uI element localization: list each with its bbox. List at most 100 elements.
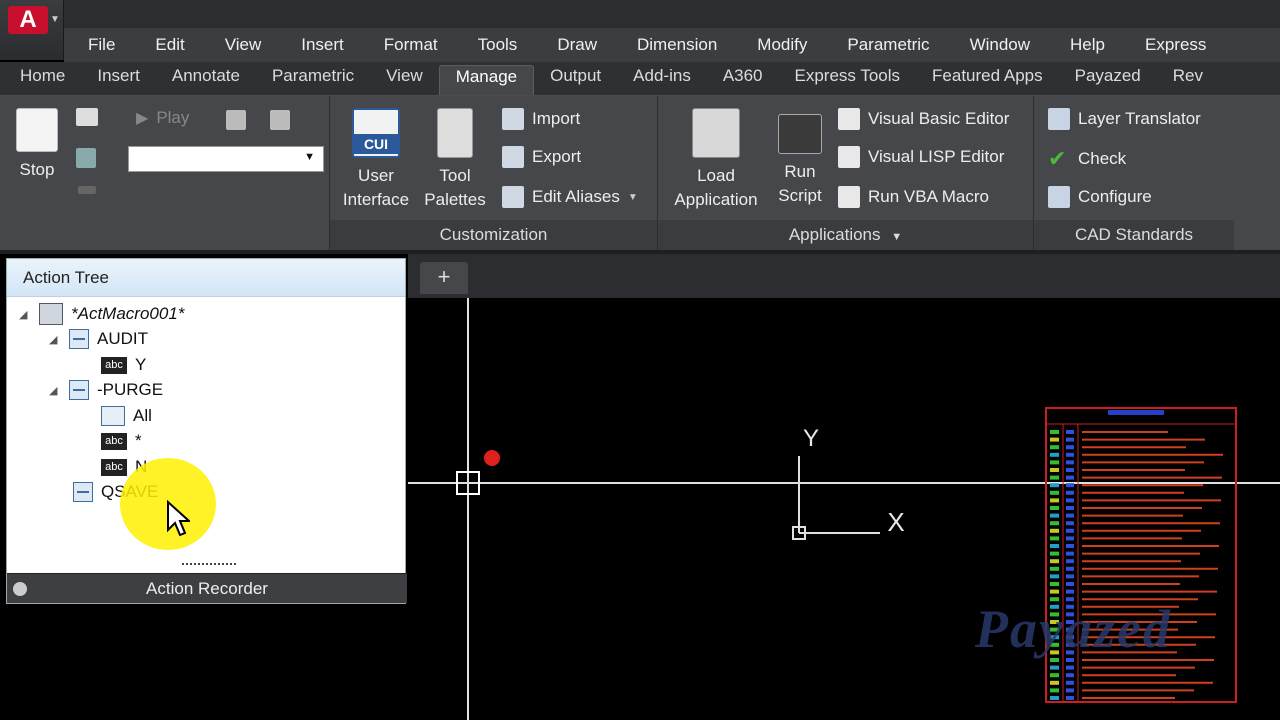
menu-parametric[interactable]: Parametric (823, 35, 945, 55)
new-drawing-tab-button[interactable]: + (420, 262, 468, 294)
load-application-button[interactable]: Load Application (666, 108, 766, 212)
export-button[interactable]: Export (502, 146, 581, 168)
play-icon: ▶ (136, 110, 149, 127)
stop-button[interactable]: Stop (12, 108, 62, 182)
record-indicator-icon (484, 450, 500, 466)
legend-marker (1066, 551, 1074, 556)
collapse-icon[interactable]: ◢ (19, 308, 31, 321)
message-icon[interactable] (76, 108, 98, 126)
tree-node-purge[interactable]: ◢ -PURGE (49, 380, 163, 400)
applications-panel-title[interactable]: Applications ▼ (658, 220, 1033, 250)
chevron-down-icon: ▼ (891, 231, 903, 243)
tab-payazed[interactable]: Payazed (1059, 65, 1157, 95)
configure-button[interactable]: Configure (1048, 186, 1152, 208)
customization-panel-title[interactable]: Customization (330, 220, 657, 250)
tab-parametric[interactable]: Parametric (256, 65, 370, 95)
menu-modify[interactable]: Modify (733, 35, 823, 55)
user-interface-button[interactable]: CUI User Interface (338, 108, 414, 212)
macro-select[interactable]: ▼ (128, 146, 324, 172)
import-button[interactable]: Import (502, 108, 580, 130)
menu-edit[interactable]: Edit (131, 35, 200, 55)
legend-marker (1066, 452, 1074, 457)
tab-output[interactable]: Output (534, 65, 617, 95)
tool-palettes-label-1: Tool (439, 166, 471, 185)
menu-view[interactable]: View (201, 35, 278, 55)
ribbon-tabs: Home Insert Annotate Parametric View Manage Ou… (0, 62, 1280, 96)
menu-dimension[interactable]: Dimension (613, 35, 733, 55)
tab-add-ins[interactable]: Add-ins (617, 65, 707, 95)
tab-insert[interactable]: Insert (81, 65, 156, 95)
application-menu-button[interactable]: A ▼ (0, 0, 64, 60)
menu-insert[interactable]: Insert (277, 35, 360, 55)
tab-manage[interactable]: Manage (438, 65, 535, 95)
tree-node-purge-star[interactable]: abc * (101, 431, 142, 451)
legend-symbol (1050, 490, 1059, 495)
purge-all-label: All (133, 406, 152, 425)
tab-rev[interactable]: Rev (1157, 65, 1219, 95)
check-button[interactable]: ✔ Check (1048, 146, 1126, 172)
panel-toggle-icon[interactable] (13, 582, 27, 596)
layer-translator-button[interactable]: Layer Translator (1048, 108, 1201, 130)
tool-palettes-label-2: Palettes (424, 190, 486, 209)
menu-window[interactable]: Window (946, 35, 1046, 55)
legend-symbol (1050, 430, 1059, 434)
menu-help[interactable]: Help (1046, 35, 1121, 55)
configure-label: Configure (1078, 187, 1152, 206)
menu-format[interactable]: Format (360, 35, 454, 55)
vba-editor-icon (838, 108, 860, 130)
insert-message-icon[interactable] (226, 110, 246, 130)
legend-marker (1066, 430, 1074, 434)
legend-marker (1066, 696, 1074, 700)
request-user-input-icon[interactable] (78, 186, 96, 194)
option-list-icon (101, 406, 125, 426)
tree-node-audit[interactable]: ◢ AUDIT (49, 329, 148, 349)
legend-symbol (1050, 445, 1059, 450)
panel-applications: Load Application Run Script Visual Basic… (658, 96, 1034, 250)
legend-symbol (1050, 460, 1059, 465)
run-script-label-2: Script (778, 186, 822, 205)
collapse-icon[interactable]: ◢ (49, 384, 61, 397)
menu-tools[interactable]: Tools (454, 35, 534, 55)
edit-aliases-label: Edit Aliases (532, 187, 620, 206)
resize-grip[interactable] (182, 563, 236, 567)
payazed-watermark: Payazed (975, 599, 1172, 659)
legend-marker (1066, 498, 1074, 503)
macro-icon (39, 303, 63, 325)
tab-home[interactable]: Home (4, 65, 81, 95)
manage-macros-icon[interactable] (270, 110, 290, 130)
menu-file[interactable]: File (64, 35, 131, 55)
tab-view[interactable]: View (370, 65, 439, 95)
tab-featured-apps[interactable]: Featured Apps (916, 65, 1059, 95)
play-button[interactable]: ▶ Play (136, 108, 189, 128)
tab-a360[interactable]: A360 (707, 65, 779, 95)
tree-node-purge-all[interactable]: All (101, 406, 152, 426)
visual-lisp-editor-button[interactable]: Visual LISP Editor (838, 146, 1004, 168)
check-label: Check (1078, 149, 1127, 168)
tab-annotate[interactable]: Annotate (156, 65, 256, 95)
action-recorder-footer[interactable]: Action Recorder (7, 573, 407, 603)
vb-editor-label: Visual Basic Editor (868, 109, 1010, 128)
menu-express[interactable]: Express (1121, 35, 1222, 55)
run-vba-label: Run VBA Macro (868, 187, 989, 206)
tree-node-audit-y[interactable]: abc Y (101, 355, 146, 375)
preference-icon[interactable] (76, 148, 96, 168)
tree-node-macro[interactable]: ◢ *ActMacro001* (19, 303, 184, 325)
layer-translator-label: Layer Translator (1078, 109, 1201, 128)
legend-symbol (1050, 574, 1059, 579)
visual-basic-editor-button[interactable]: Visual Basic Editor (838, 108, 1009, 130)
title-bar (0, 0, 1280, 28)
chevron-down-icon: ▼ (304, 151, 315, 163)
command-icon (69, 329, 89, 349)
tab-express-tools[interactable]: Express Tools (779, 65, 917, 95)
legend-symbol (1050, 452, 1059, 457)
run-vba-macro-button[interactable]: Run VBA Macro (838, 186, 989, 208)
tool-palettes-button[interactable]: Tool Palettes (418, 108, 492, 212)
collapse-icon[interactable]: ◢ (49, 333, 61, 346)
cad-standards-panel-title[interactable]: CAD Standards (1034, 220, 1234, 250)
cui-icon: CUI (352, 108, 400, 158)
run-script-button[interactable]: Run Script (772, 108, 828, 208)
menu-draw[interactable]: Draw (533, 35, 613, 55)
lisp-editor-icon (838, 146, 860, 168)
autocad-logo-icon: A (8, 6, 48, 34)
edit-aliases-button[interactable]: Edit Aliases ▼ (502, 186, 638, 208)
